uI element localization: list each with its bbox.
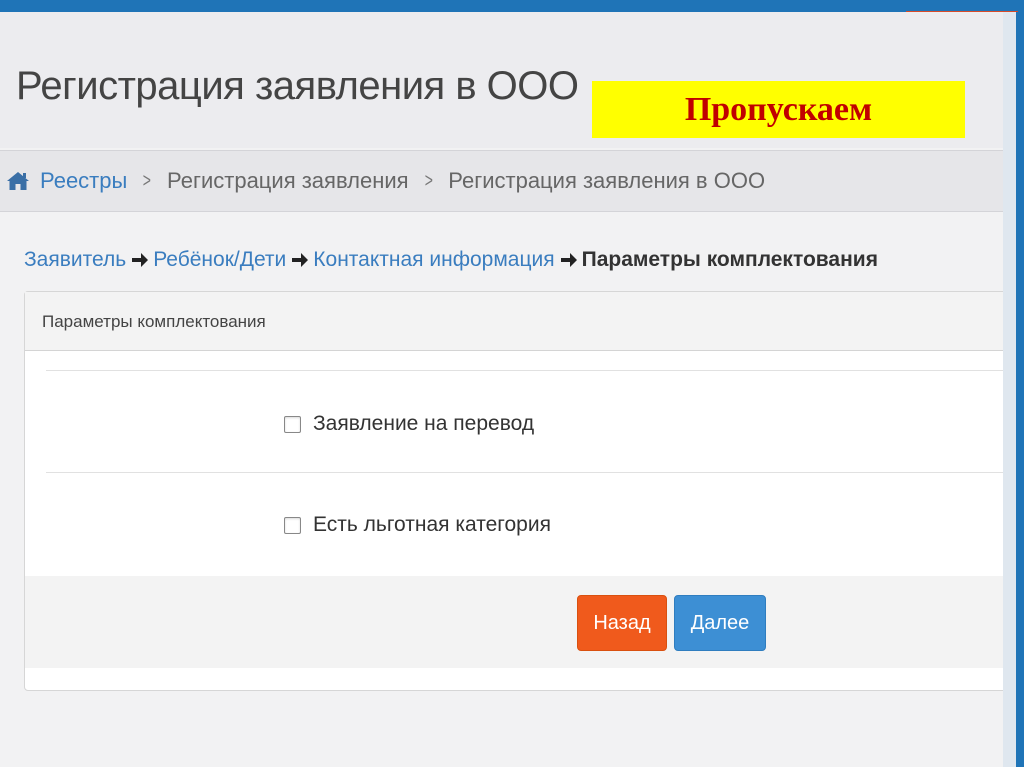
page-header: Регистрация заявления в ООО Пропускаем [0,12,1003,148]
panel-heading: Параметры комплектования [25,292,1003,351]
arrow-right-icon [290,250,310,270]
wizard-steps: Заявитель Ребёнок/Дети Контактная информ… [24,248,878,272]
next-button[interactable]: Далее [674,595,766,651]
breadcrumb-link-registries[interactable]: Реестры [40,168,127,194]
app-area: Регистрация заявления в ООО Пропускаем Р… [0,12,1003,767]
transfer-checkbox[interactable] [284,415,301,433]
breadcrumb-item-registration[interactable]: Регистрация заявления [167,168,409,194]
skip-banner: Пропускаем [592,81,965,138]
chevron-right-icon: > [143,169,152,192]
panel-title: Параметры комплектования [42,312,266,331]
breadcrumb-item-current: Регистрация заявления в ООО [448,168,766,193]
arrow-right-icon [559,250,579,270]
page-title: Регистрация заявления в ООО [16,64,579,108]
transfer-checkbox-label[interactable]: Заявление на перевод [313,412,534,436]
back-button[interactable]: Назад [577,595,667,651]
panel-footer: Назад Далее [25,576,1003,668]
window-right-border [1016,12,1024,767]
divider [46,370,1003,371]
checkbox-row-transfer[interactable]: Заявление на перевод [284,412,534,436]
privilege-checkbox-label[interactable]: Есть льготная категория [313,513,551,537]
step-link-contacts[interactable]: Контактная информация [313,248,554,272]
chevron-right-icon: > [424,169,433,192]
step-current: Параметры комплектования [581,248,878,271]
settings-panel: Параметры комплектования Заявление на пе… [24,291,1003,691]
divider [46,472,1003,473]
step-link-children[interactable]: Ребёнок/Дети [153,248,286,272]
skip-banner-label: Пропускаем [684,90,873,128]
checkbox-row-privilege[interactable]: Есть льготная категория [284,513,551,537]
home-icon[interactable] [6,170,30,192]
window-right-gutter [1003,12,1016,767]
window-top-bar [0,0,1024,12]
step-link-applicant[interactable]: Заявитель [24,248,126,272]
privilege-checkbox[interactable] [284,516,301,534]
arrow-right-icon [130,250,150,270]
breadcrumb: Реестры > Регистрация заявления > Регист… [0,150,1003,212]
